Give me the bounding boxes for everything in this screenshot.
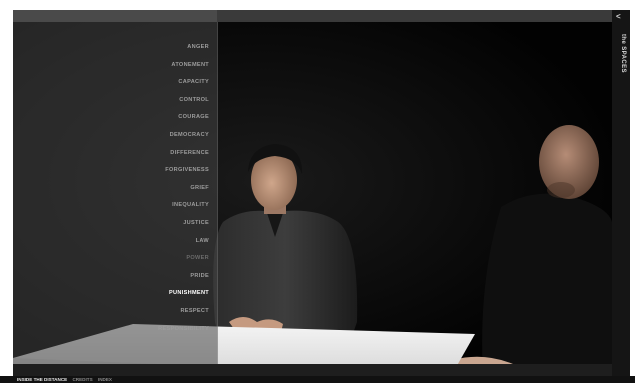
- sidebar-item-difference[interactable]: DIFFERENCE: [13, 145, 209, 163]
- collapse-arrow-icon[interactable]: <: [616, 12, 621, 21]
- sidebar-item-anger[interactable]: ANGER: [13, 39, 209, 57]
- right-rail: < the SPACES: [612, 10, 630, 376]
- sidebar-item-justice[interactable]: JUSTICE: [13, 215, 209, 233]
- sidebar-item-respect[interactable]: RESPECT: [13, 303, 209, 321]
- topic-nav: ANGER ATONEMENT CAPACITY CONTROL COURAGE DEMO…: [13, 39, 209, 339]
- sidebar-item-forgiveness[interactable]: FORGIVENESS: [13, 162, 209, 180]
- footer-link-index[interactable]: INDEX: [98, 377, 112, 382]
- footer-bar: INSIDE THE DISTANCE CREDITS INDEX: [0, 376, 635, 383]
- sidebar-item-responsibility[interactable]: RESPONSIBILITY: [13, 321, 209, 339]
- footer-nav: INSIDE THE DISTANCE CREDITS INDEX: [17, 376, 116, 383]
- sidebar-item-law[interactable]: LAW: [13, 233, 209, 251]
- top-bar-left-segment: [13, 10, 217, 22]
- sidebar-item-punishment[interactable]: PUNISHMENT: [13, 285, 209, 303]
- sidebar-item-capacity[interactable]: CAPACITY: [13, 74, 209, 92]
- sidebar-item-grief[interactable]: GRIEF: [13, 180, 209, 198]
- sidebar-item-pride[interactable]: PRIDE: [13, 268, 209, 286]
- footer-link-inside-the-distance[interactable]: INSIDE THE DISTANCE: [17, 377, 67, 382]
- sidebar-panel: ANGER ATONEMENT CAPACITY CONTROL COURAGE DEMO…: [13, 22, 218, 364]
- top-bar: [13, 10, 612, 22]
- sidebar-item-power[interactable]: POWER: [13, 250, 209, 268]
- the-spaces-toggle[interactable]: the SPACES: [620, 34, 626, 73]
- frame-bottom-strip: [13, 364, 612, 376]
- video-frame: ANGER ATONEMENT CAPACITY CONTROL COURAGE DEMO…: [13, 10, 612, 376]
- sidebar-item-inequality[interactable]: INEQUALITY: [13, 197, 209, 215]
- sidebar-item-courage[interactable]: COURAGE: [13, 109, 209, 127]
- sidebar-item-atonement[interactable]: ATONEMENT: [13, 57, 209, 75]
- sidebar-item-democracy[interactable]: DEMOCRACY: [13, 127, 209, 145]
- footer-link-credits[interactable]: CREDITS: [72, 377, 92, 382]
- sidebar-item-control[interactable]: CONTROL: [13, 92, 209, 110]
